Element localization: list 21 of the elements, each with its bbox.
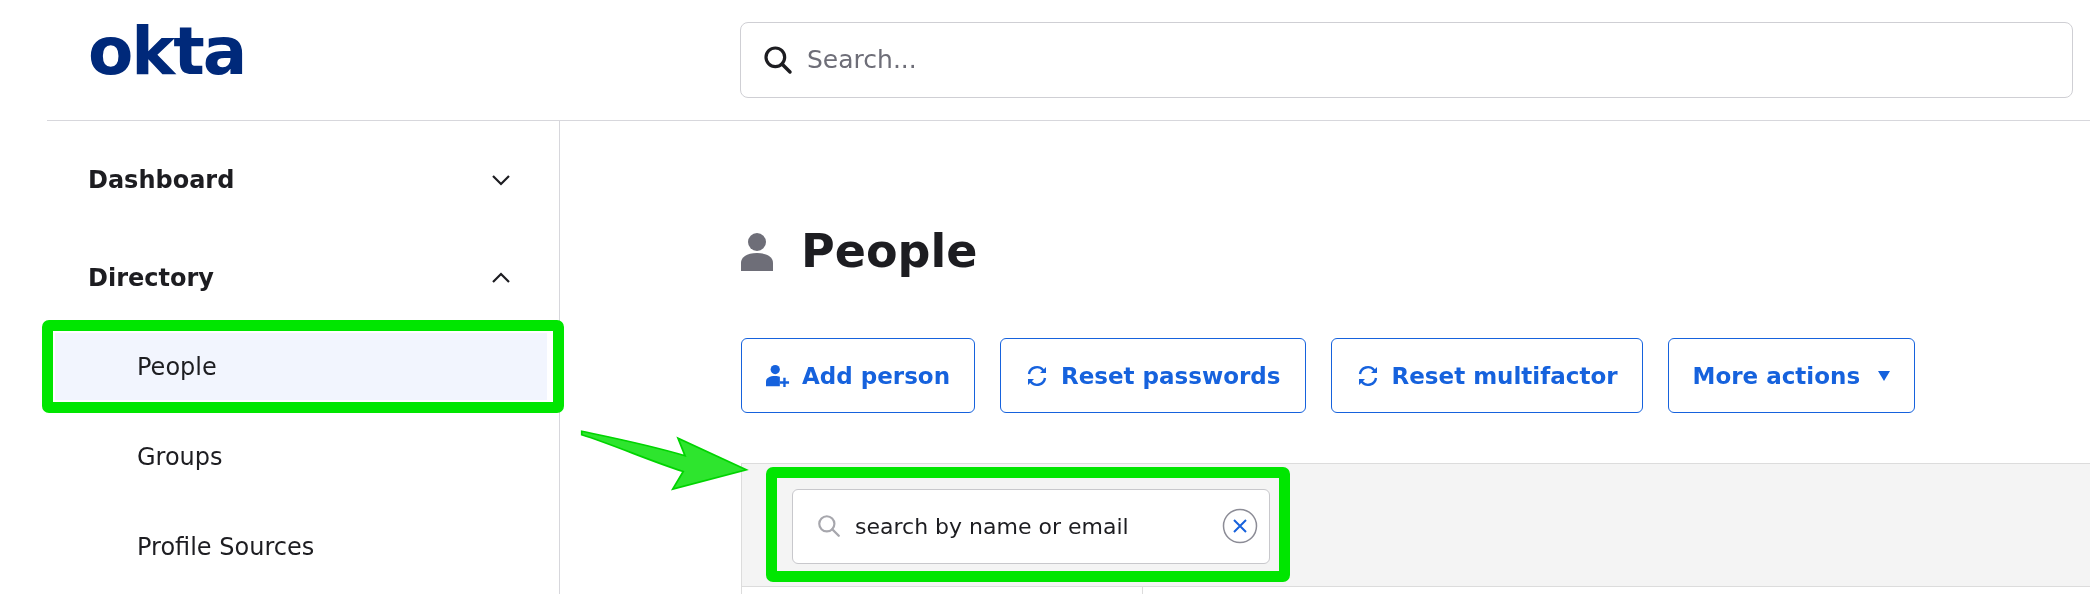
- add-person-icon: [766, 363, 790, 388]
- nav-item[interactable]: Groups: [55, 423, 547, 490]
- add-person-button[interactable]: Add person: [741, 338, 975, 413]
- nav-section[interactable]: Directory: [88, 245, 511, 311]
- okta-logo[interactable]: okta: [0, 18, 652, 85]
- reset-button[interactable]: Reset multifactor: [1330, 338, 1643, 413]
- search-icon: [762, 43, 794, 76]
- nav-item[interactable]: People: [55, 333, 547, 400]
- refresh-icon: [1025, 363, 1049, 388]
- nav-item[interactable]: Profile Sources: [55, 513, 547, 580]
- reset-button[interactable]: Reset passwords: [1000, 338, 1306, 413]
- caret-icon: [1878, 370, 1891, 381]
- nav-section[interactable]: Dashboard: [88, 147, 511, 213]
- search-field[interactable]: search by name or email: [792, 489, 1270, 564]
- chevron-up-icon: [491, 272, 511, 284]
- page-title: People: [801, 224, 978, 278]
- clear-icon: [1222, 508, 1258, 544]
- person-icon: [741, 231, 773, 271]
- search-field[interactable]: Search...: [740, 21, 2073, 98]
- chevron-down-icon: [491, 174, 511, 186]
- more-actions-button[interactable]: More actions: [1667, 338, 1916, 413]
